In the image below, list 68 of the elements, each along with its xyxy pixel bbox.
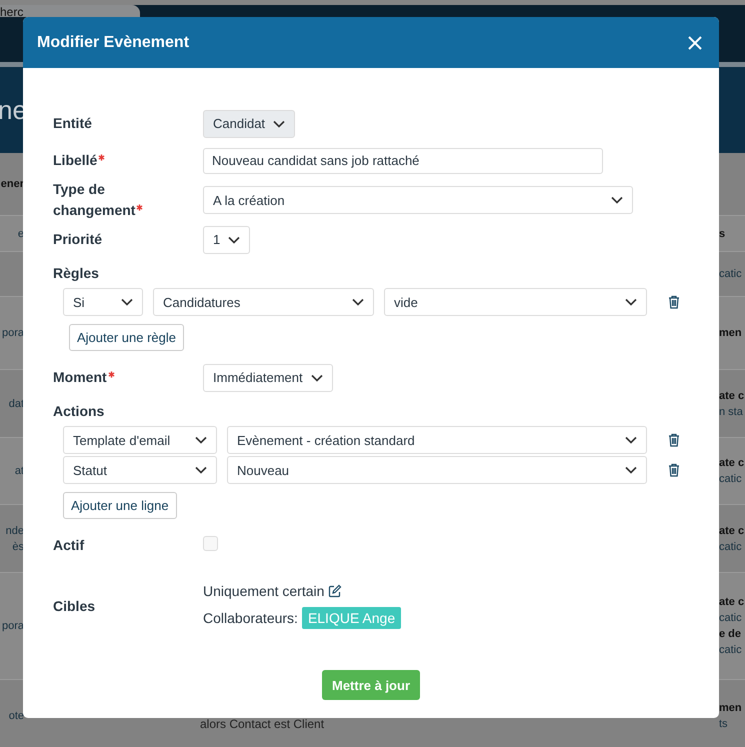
edit-icon[interactable] (328, 584, 342, 598)
field-label: Actions (53, 402, 104, 420)
field-label: Règles (53, 264, 99, 283)
trash-icon[interactable] (668, 433, 680, 447)
table-cell-text: men (719, 327, 742, 339)
select-field[interactable]: Candidatures (153, 288, 374, 316)
table-cell-text: ate c (719, 457, 744, 469)
table-cell-text: pora (2, 327, 24, 339)
close-icon[interactable] (687, 34, 703, 50)
input-field[interactable]: Nouveau candidat sans job rattaché (203, 148, 603, 174)
trash-icon[interactable] (668, 295, 680, 309)
field-label: Type de changement (53, 181, 136, 218)
chevron-down-icon (625, 298, 637, 306)
checkbox[interactable] (203, 536, 218, 550)
target-group-label: Collaborateurs: (203, 610, 298, 626)
trash-icon[interactable] (668, 463, 680, 477)
table-cell-text: s (719, 228, 726, 240)
table-cell-text: n sta (719, 406, 743, 418)
table-cell-text: catic (719, 540, 742, 552)
table-cell-text: catic (719, 268, 742, 280)
table-cell-text: pora (2, 620, 24, 632)
chevron-down-icon (195, 466, 207, 474)
field-label: Priorité (53, 231, 102, 247)
field-label: Moment (53, 369, 107, 385)
select-field[interactable]: A la création (203, 186, 633, 214)
chevron-down-icon (611, 196, 623, 204)
chevron-down-icon (352, 298, 364, 306)
select-field[interactable]: vide (384, 288, 647, 316)
select-field[interactable]: Template d'email (63, 426, 217, 454)
field-label: Entité (53, 115, 92, 131)
table-cell-text: catic (719, 644, 742, 656)
field-label: Actif (53, 537, 84, 553)
table-cell-text: alors Contact est Client (200, 717, 326, 731)
chevron-down-icon (121, 298, 133, 306)
select-field[interactable]: Si (63, 288, 143, 316)
chevron-down-icon (625, 436, 637, 444)
table-cell-text: catic (719, 612, 742, 624)
select-field[interactable]: Nouveau (227, 456, 647, 484)
chevron-down-icon (310, 374, 323, 382)
table-cell-text: ate c (719, 524, 744, 536)
table-cell-text: ès (12, 540, 24, 552)
select-field[interactable]: 1 (203, 226, 250, 254)
table-cell-text: men (719, 702, 742, 714)
table-cell-text: dat (8, 398, 24, 410)
select-field[interactable]: Evènement - création standard (227, 426, 647, 454)
table-cell-text: e de (719, 628, 742, 640)
field-label: Libellé (53, 152, 98, 168)
collaborator-tag: ELIQUE Ange (302, 607, 402, 629)
dialog-title: Modifier Evènement (37, 34, 190, 52)
table-cell-text: nde (6, 524, 24, 536)
field-label: Cibles (53, 598, 96, 614)
column-header: ener (0, 178, 24, 190)
chevron-down-icon (625, 466, 637, 474)
table-cell-text: catic (719, 473, 742, 485)
table-cell-text: ote (8, 710, 24, 722)
target-mode: Uniquement certain (203, 583, 324, 599)
table-cell-text: ate c (719, 596, 744, 608)
add-button[interactable]: Ajouter une ligne (63, 492, 177, 519)
table-cell-text: ts (719, 718, 728, 730)
chevron-down-icon (195, 436, 207, 444)
chevron-down-icon (273, 120, 286, 128)
select-field[interactable]: Immédiatement (203, 364, 333, 392)
chevron-down-icon (228, 236, 240, 244)
search-tab[interactable]: herc (0, 5, 140, 17)
table-cell-text: at (14, 465, 24, 477)
select-field[interactable]: Statut (63, 456, 217, 484)
add-button[interactable]: Ajouter une règle (69, 324, 184, 351)
table-cell-text: ate c (719, 390, 744, 402)
